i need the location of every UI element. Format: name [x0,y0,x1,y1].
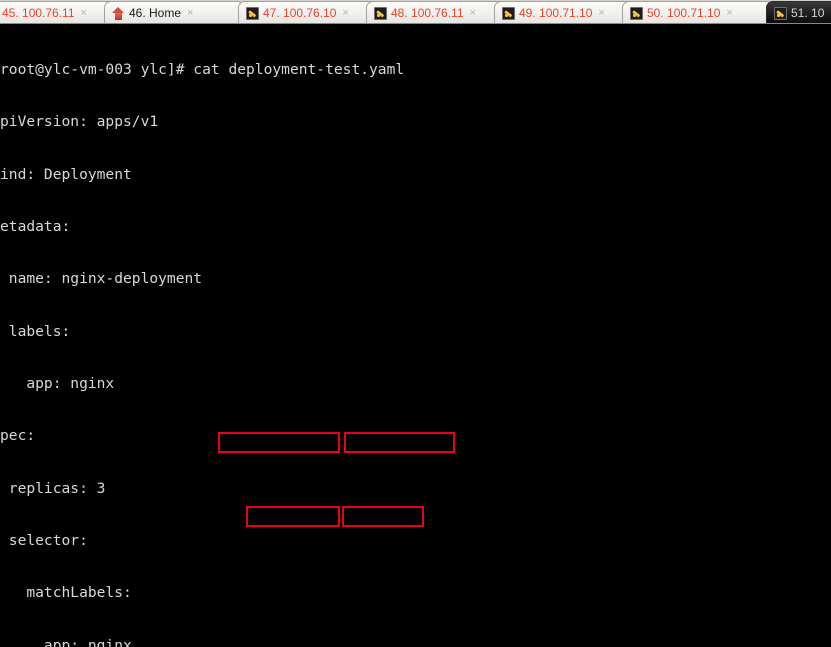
putty-icon [374,6,387,20]
terminal-line: name: nginx-deployment [0,270,203,288]
tab-50[interactable]: 50. 100.71.10 × [622,1,774,23]
tab-label: 45. 100.76.11 [2,6,75,20]
tab-close-icon[interactable]: × [81,7,87,19]
putty-icon [630,6,643,20]
tab-label: 50. 100.71.10 [647,6,721,20]
home-icon [112,6,125,20]
terminal-line: matchLabels: [0,584,132,602]
tab-label: 49. 100.71.10 [519,6,593,20]
terminal-line: etadata: [0,217,71,235]
terminal-window[interactable]: root@ylc-vm-003 ylc]# cat deployment-tes… [0,24,831,647]
terminal-line: pec: [0,427,36,445]
terminal-line: selector: [0,532,88,549]
putty-icon [774,6,787,20]
tab-home[interactable]: 46. Home × [104,1,244,23]
putty-icon [246,6,259,20]
terminal-line: ind: Deployment [0,165,132,183]
putty-icon [502,6,515,20]
browser-tab-bar: 45. 100.76.11 × 46. Home × 47. 100.76.10… [0,0,831,24]
tab-close-icon[interactable]: × [342,7,348,19]
tab-close-icon[interactable]: × [187,7,193,19]
terminal-line: replicas: 3 [0,479,106,497]
tab-label: 46. Home [129,6,182,20]
tab-51-active[interactable]: 51. 10 [766,1,831,23]
terminal-line: root@ylc-vm-003 ylc]# cat deployment-tes… [0,60,405,78]
terminal-line: piVersion: apps/v1 [0,113,159,131]
terminal-screen: root@ylc-vm-003 ylc]# cat deployment-tes… [0,26,606,647]
tab-label: 48. 100.76.11 [391,6,464,20]
tab-label: 51. 10 [791,6,825,20]
terminal-line: app: nginx [0,636,132,647]
tab-label: 47. 100.76.10 [263,6,337,20]
terminal-line: app: nginx [0,374,115,392]
tab-close-icon[interactable]: × [598,7,604,19]
terminal-line: labels: [0,322,71,340]
tab-close-icon[interactable]: × [726,7,732,19]
tab-close-icon[interactable]: × [470,7,476,19]
